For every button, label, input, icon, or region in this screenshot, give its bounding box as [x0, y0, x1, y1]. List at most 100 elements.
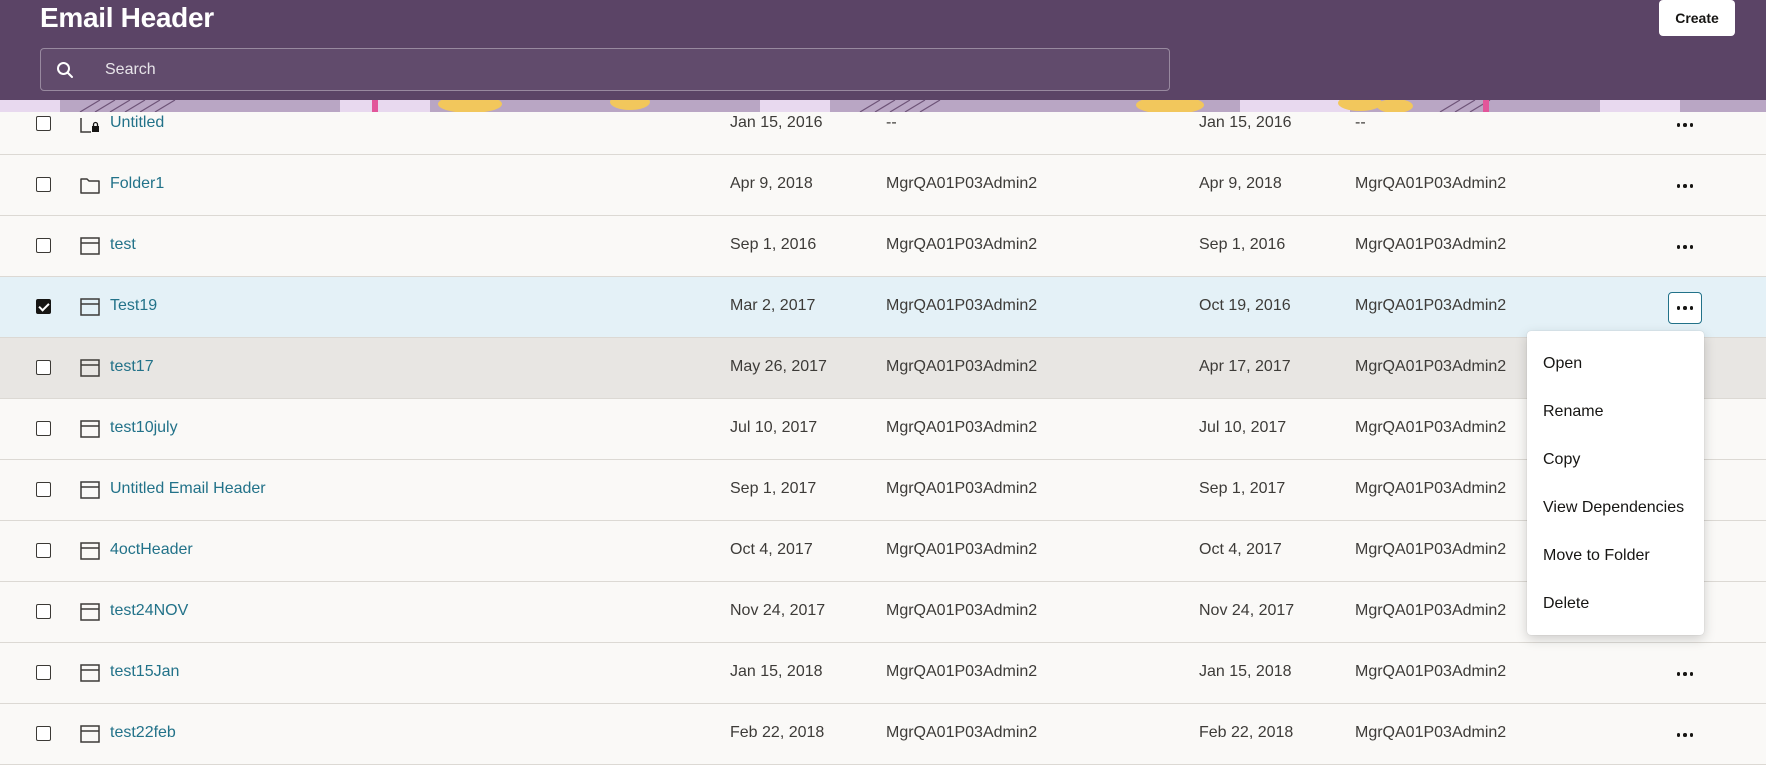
more-icon	[1676, 672, 1694, 676]
row-modified-by: MgrQA01P03Admin2	[1355, 419, 1507, 436]
row-created-by: MgrQA01P03Admin2	[886, 541, 1038, 558]
more-icon	[1676, 306, 1694, 310]
row-checkbox[interactable]	[36, 299, 51, 314]
row-created-by: --	[886, 114, 897, 131]
menu-item-copy[interactable]: Copy	[1527, 437, 1704, 485]
row-modified-by: MgrQA01P03Admin2	[1355, 541, 1507, 558]
row-name-link[interactable]: test22feb	[110, 724, 176, 742]
page-title: Email Header	[40, 2, 214, 33]
search-box[interactable]	[40, 48, 1173, 91]
row-created-date: Sep 1, 2017	[730, 480, 817, 497]
row-created-date: Oct 4, 2017	[730, 541, 813, 558]
row-created-date: May 26, 2017	[730, 358, 827, 375]
table-row[interactable]: Untitled Email Header Sep 1, 2017 MgrQA01P…	[0, 460, 1766, 521]
row-checkbox[interactable]	[36, 360, 51, 375]
row-modified-by: MgrQA01P03Admin2	[1355, 480, 1507, 497]
menu-item-view-dependencies[interactable]: View Dependencies	[1527, 485, 1704, 533]
table-row[interactable]: test17 May 26, 2017 MgrQA01P03Admin2 Apr 17…	[0, 338, 1766, 399]
search-input[interactable]	[97, 49, 1173, 90]
table-row[interactable]: test24NOV Nov 24, 2017 MgrQA01P03Admin2 Nov…	[0, 582, 1766, 643]
email-header-icon	[79, 662, 101, 684]
row-created-date: Feb 22, 2018	[730, 724, 825, 741]
row-name-link[interactable]: Folder1	[110, 175, 164, 193]
row-created-date: Nov 24, 2017	[730, 602, 826, 619]
row-modified-date: Apr 17, 2017	[1199, 358, 1291, 375]
row-created-date: Sep 1, 2016	[730, 236, 817, 253]
row-name-link[interactable]: Test19	[110, 297, 157, 315]
menu-item-open[interactable]: Open	[1527, 341, 1704, 389]
row-modified-by: MgrQA01P03Admin2	[1355, 663, 1507, 680]
row-modified-date: Feb 22, 2018	[1199, 724, 1294, 741]
row-modified-by: MgrQA01P03Admin2	[1355, 175, 1507, 192]
row-checkbox[interactable]	[36, 116, 51, 131]
row-checkbox[interactable]	[36, 665, 51, 680]
row-checkbox[interactable]	[36, 238, 51, 253]
row-modified-date: Oct 4, 2017	[1199, 541, 1282, 558]
row-modified-date: Jul 10, 2017	[1199, 419, 1287, 436]
row-name-link[interactable]: test24NOV	[110, 602, 188, 620]
row-created-by: MgrQA01P03Admin2	[886, 236, 1038, 253]
table-row[interactable]: test22feb Feb 22, 2018 MgrQA01P03Admin2 Feb…	[0, 704, 1766, 765]
row-created-by: MgrQA01P03Admin2	[886, 480, 1038, 497]
row-more-actions-button[interactable]	[1668, 231, 1702, 263]
table-row[interactable]: 4octHeader Oct 4, 2017 MgrQA01P03Admin2 Oct…	[0, 521, 1766, 582]
row-checkbox[interactable]	[36, 726, 51, 741]
row-created-date: Jan 15, 2018	[730, 663, 823, 680]
table-row[interactable]: test15Jan Jan 15, 2018 MgrQA01P03Admin2 Jan…	[0, 643, 1766, 704]
create-button[interactable]: Create	[1659, 0, 1735, 36]
email-header-icon	[79, 723, 101, 745]
row-created-by: MgrQA01P03Admin2	[886, 419, 1038, 436]
row-created-date: Jan 15, 2016	[730, 114, 823, 131]
email-header-icon	[79, 540, 101, 562]
row-name-link[interactable]: test17	[110, 358, 154, 376]
row-modified-by: --	[1355, 114, 1366, 131]
row-more-actions-button[interactable]	[1668, 719, 1702, 751]
menu-item-rename[interactable]: Rename	[1527, 389, 1704, 437]
header-decorative-pattern	[0, 100, 1766, 112]
row-name-link[interactable]: test10july	[110, 419, 178, 437]
row-modified-by: MgrQA01P03Admin2	[1355, 602, 1507, 619]
row-modified-date: Jan 15, 2016	[1199, 114, 1292, 131]
table-row[interactable]: test Sep 1, 2016 MgrQA01P03Admin2 Sep 1, 20…	[0, 216, 1766, 277]
row-more-actions-button[interactable]	[1668, 292, 1702, 324]
folder-icon	[79, 174, 101, 196]
table-row[interactable]: Folder1 Apr 9, 2018 MgrQA01P03Admin2 Apr 9,…	[0, 155, 1766, 216]
row-checkbox[interactable]	[36, 177, 51, 192]
row-more-actions-button[interactable]	[1668, 658, 1702, 690]
row-name-link[interactable]: test	[110, 236, 136, 254]
email-header-icon	[79, 357, 101, 379]
more-icon	[1676, 184, 1694, 188]
row-checkbox[interactable]	[36, 543, 51, 558]
row-modified-by: MgrQA01P03Admin2	[1355, 358, 1507, 375]
email-header-list: Untitled Jan 15, 2016 -- Jan 15, 2016 -- Fold…	[0, 94, 1766, 765]
row-checkbox[interactable]	[36, 421, 51, 436]
email-header-icon	[79, 296, 101, 318]
row-checkbox[interactable]	[36, 482, 51, 497]
row-modified-date: Nov 24, 2017	[1199, 602, 1295, 619]
row-created-by: MgrQA01P03Admin2	[886, 297, 1038, 314]
row-created-date: Mar 2, 2017	[730, 297, 816, 314]
row-created-by: MgrQA01P03Admin2	[886, 724, 1038, 741]
locked-folder-icon	[79, 113, 101, 135]
row-created-by: MgrQA01P03Admin2	[886, 175, 1038, 192]
row-name-link[interactable]: Untitled	[110, 114, 164, 132]
search-icon	[57, 62, 73, 78]
menu-item-delete[interactable]: Delete	[1527, 581, 1704, 629]
email-header-icon	[79, 418, 101, 440]
row-modified-date: Sep 1, 2016	[1199, 236, 1286, 253]
row-modified-by: MgrQA01P03Admin2	[1355, 297, 1507, 314]
row-name-link[interactable]: Untitled Email Header	[110, 480, 266, 498]
page-header: Email Header Create	[0, 0, 1766, 112]
email-header-icon	[79, 479, 101, 501]
row-more-actions-button[interactable]	[1668, 170, 1702, 202]
row-created-date: Jul 10, 2017	[730, 419, 818, 436]
table-row[interactable]: test10july Jul 10, 2017 MgrQA01P03Admin2 Ju…	[0, 399, 1766, 460]
row-name-link[interactable]: 4octHeader	[110, 541, 193, 559]
menu-item-move-to-folder[interactable]: Move to Folder	[1527, 533, 1704, 581]
row-created-by: MgrQA01P03Admin2	[886, 602, 1038, 619]
row-name-link[interactable]: test15Jan	[110, 663, 179, 681]
row-more-actions-button[interactable]	[1668, 109, 1702, 141]
row-checkbox[interactable]	[36, 604, 51, 619]
more-icon	[1676, 733, 1694, 737]
table-row[interactable]: Test19 Mar 2, 2017 MgrQA01P03Admin2 Oct 19,…	[0, 277, 1766, 338]
